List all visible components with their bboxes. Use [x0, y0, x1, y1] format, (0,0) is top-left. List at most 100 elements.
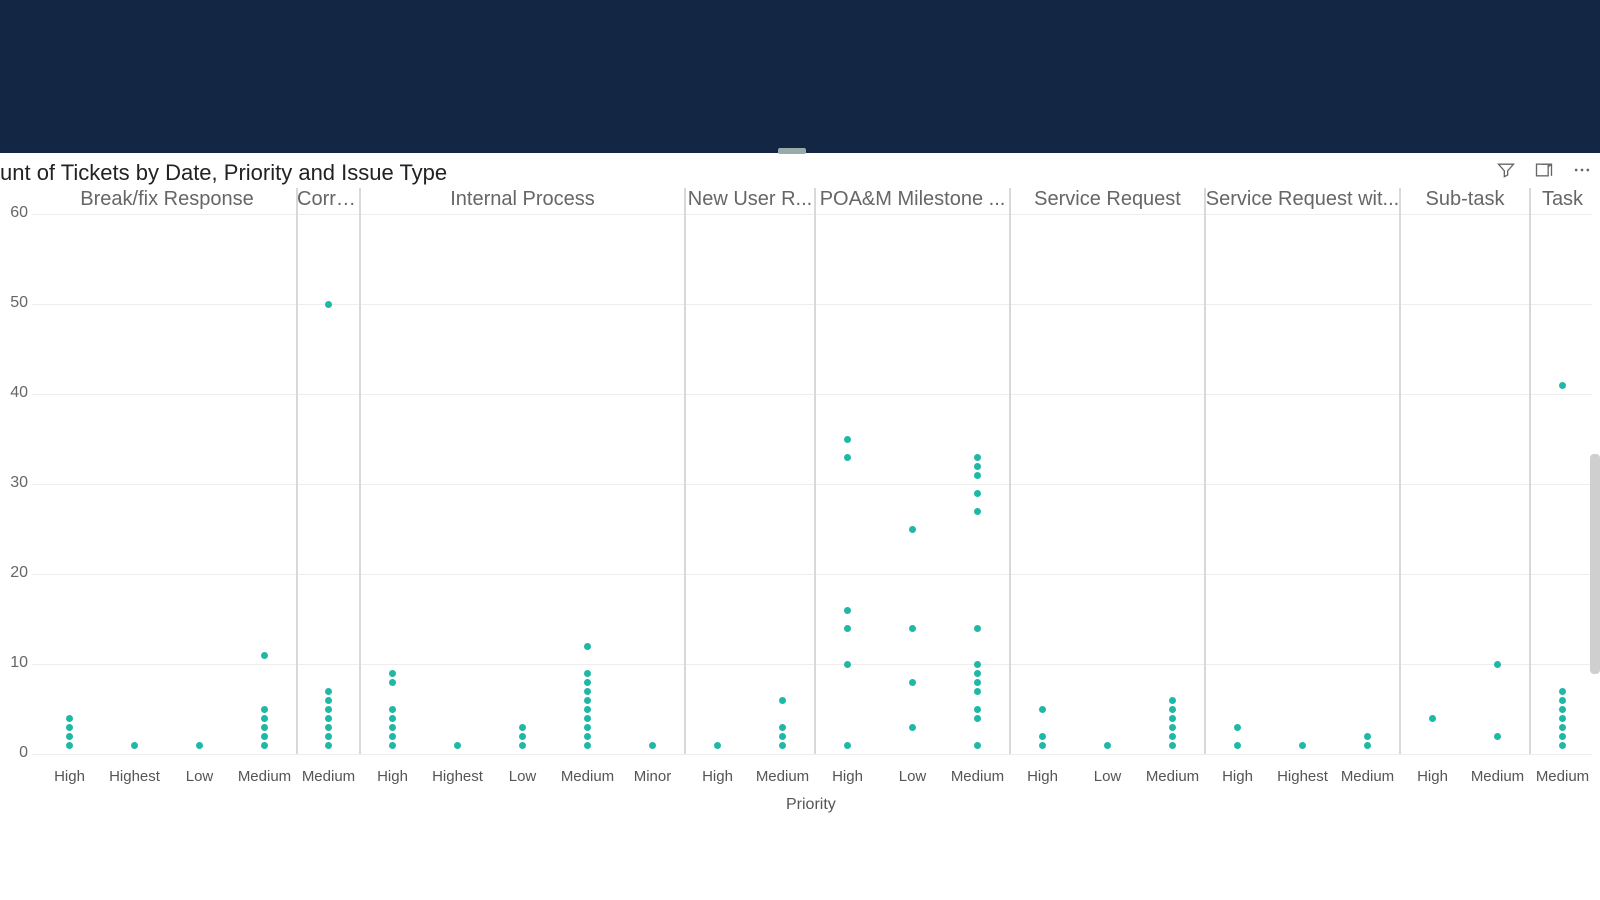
data-point[interactable]	[389, 742, 396, 749]
filter-icon[interactable]	[1496, 160, 1516, 180]
data-point[interactable]	[584, 697, 591, 704]
data-point[interactable]	[389, 733, 396, 740]
data-point[interactable]	[325, 733, 332, 740]
data-point[interactable]	[66, 742, 73, 749]
data-point[interactable]	[519, 742, 526, 749]
data-point[interactable]	[261, 706, 268, 713]
data-point[interactable]	[909, 625, 916, 632]
data-point[interactable]	[1559, 706, 1566, 713]
data-point[interactable]	[325, 706, 332, 713]
data-point[interactable]	[389, 679, 396, 686]
data-point[interactable]	[1559, 697, 1566, 704]
data-point[interactable]	[1169, 742, 1176, 749]
data-point[interactable]	[325, 742, 332, 749]
data-point[interactable]	[389, 706, 396, 713]
data-point[interactable]	[584, 679, 591, 686]
data-point[interactable]	[779, 724, 786, 731]
focus-mode-icon[interactable]	[1534, 160, 1554, 180]
data-point[interactable]	[66, 715, 73, 722]
data-point[interactable]	[584, 742, 591, 749]
data-point[interactable]	[1559, 724, 1566, 731]
data-point[interactable]	[584, 643, 591, 650]
data-point[interactable]	[974, 508, 981, 515]
data-point[interactable]	[1169, 724, 1176, 731]
data-point[interactable]	[844, 625, 851, 632]
data-point[interactable]	[909, 724, 916, 731]
data-point[interactable]	[389, 724, 396, 731]
data-point[interactable]	[261, 733, 268, 740]
data-point[interactable]	[974, 670, 981, 677]
data-point[interactable]	[584, 715, 591, 722]
data-point[interactable]	[1234, 742, 1241, 749]
data-point[interactable]	[261, 715, 268, 722]
data-point[interactable]	[584, 706, 591, 713]
data-point[interactable]	[584, 670, 591, 677]
data-point[interactable]	[519, 724, 526, 731]
data-point[interactable]	[974, 463, 981, 470]
data-point[interactable]	[1364, 733, 1371, 740]
data-point[interactable]	[974, 706, 981, 713]
data-point[interactable]	[844, 436, 851, 443]
data-point[interactable]	[1559, 742, 1566, 749]
data-point[interactable]	[325, 724, 332, 731]
data-point[interactable]	[844, 661, 851, 668]
data-point[interactable]	[909, 679, 916, 686]
data-point[interactable]	[974, 688, 981, 695]
data-point[interactable]	[1559, 688, 1566, 695]
data-point[interactable]	[844, 607, 851, 614]
data-point[interactable]	[325, 301, 332, 308]
data-point[interactable]	[1494, 661, 1501, 668]
data-point[interactable]	[454, 742, 461, 749]
data-point[interactable]	[584, 724, 591, 731]
data-point[interactable]	[1234, 724, 1241, 731]
data-point[interactable]	[389, 670, 396, 677]
data-point[interactable]	[974, 625, 981, 632]
data-point[interactable]	[649, 742, 656, 749]
data-point[interactable]	[325, 697, 332, 704]
data-point[interactable]	[714, 742, 721, 749]
data-point[interactable]	[1169, 706, 1176, 713]
data-point[interactable]	[974, 679, 981, 686]
data-point[interactable]	[131, 742, 138, 749]
data-point[interactable]	[1364, 742, 1371, 749]
data-point[interactable]	[325, 715, 332, 722]
data-point[interactable]	[66, 724, 73, 731]
data-point[interactable]	[1169, 733, 1176, 740]
data-point[interactable]	[779, 742, 786, 749]
chart-visual[interactable]: unt of Tickets by Date, Priority and Iss…	[0, 154, 1600, 824]
data-point[interactable]	[974, 715, 981, 722]
data-point[interactable]	[1104, 742, 1111, 749]
data-point[interactable]	[909, 526, 916, 533]
data-point[interactable]	[584, 688, 591, 695]
data-point[interactable]	[1039, 706, 1046, 713]
data-point[interactable]	[974, 454, 981, 461]
data-point[interactable]	[1169, 697, 1176, 704]
data-point[interactable]	[1429, 715, 1436, 722]
data-point[interactable]	[261, 724, 268, 731]
data-point[interactable]	[779, 733, 786, 740]
data-point[interactable]	[779, 697, 786, 704]
data-point[interactable]	[1559, 382, 1566, 389]
vertical-scrollbar[interactable]	[1590, 454, 1600, 674]
data-point[interactable]	[325, 688, 332, 695]
data-point[interactable]	[519, 733, 526, 740]
data-point[interactable]	[584, 733, 591, 740]
collapse-handle[interactable]	[778, 148, 806, 154]
data-point[interactable]	[1559, 715, 1566, 722]
data-point[interactable]	[261, 652, 268, 659]
data-point[interactable]	[261, 742, 268, 749]
data-point[interactable]	[1169, 715, 1176, 722]
data-point[interactable]	[1039, 742, 1046, 749]
data-point[interactable]	[844, 742, 851, 749]
data-point[interactable]	[1299, 742, 1306, 749]
data-point[interactable]	[974, 472, 981, 479]
data-point[interactable]	[974, 742, 981, 749]
data-point[interactable]	[1559, 733, 1566, 740]
more-options-icon[interactable]	[1572, 160, 1592, 180]
data-point[interactable]	[1039, 733, 1046, 740]
data-point[interactable]	[389, 715, 396, 722]
data-point[interactable]	[974, 661, 981, 668]
data-point[interactable]	[66, 733, 73, 740]
data-point[interactable]	[974, 490, 981, 497]
data-point[interactable]	[1494, 733, 1501, 740]
